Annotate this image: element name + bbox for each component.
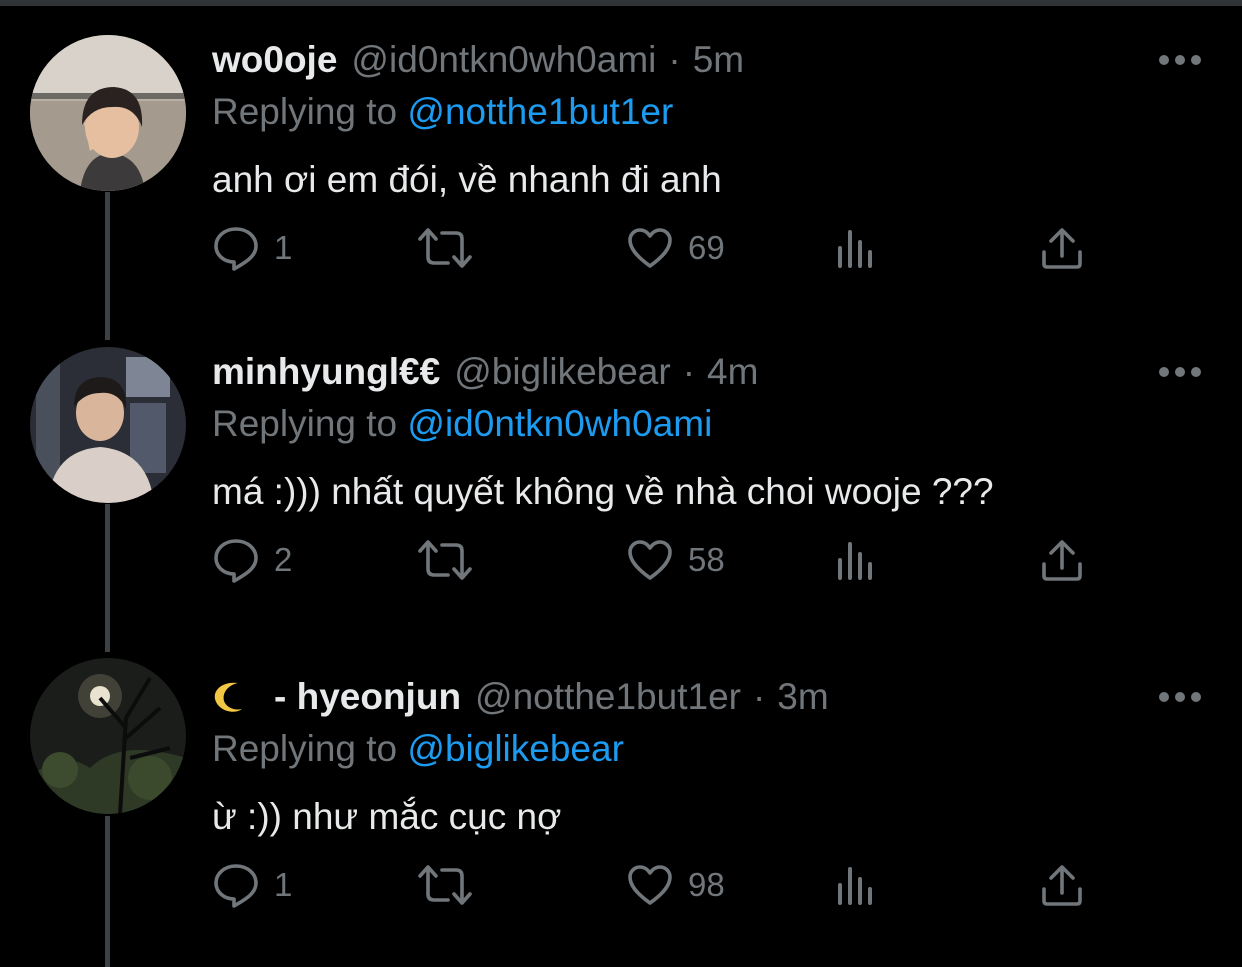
mention-link[interactable]: @notthe1but1er [407,91,673,132]
replying-label: Replying to [212,728,398,769]
tweet-header: wo0oje @id0ntkn0wh0ami · 5m [212,35,744,85]
replying-label: Replying to [212,91,398,132]
replying-to: Replying to @notthe1but1er [212,87,673,137]
user-handle[interactable]: @biglikebear [454,351,671,392]
retweet-button[interactable] [416,535,474,585]
tweet[interactable]: minhyungl€€ @biglikebear · 4m Replying to @… [0,347,1242,617]
reply-button[interactable]: 2 [212,535,292,585]
like-button[interactable]: 69 [626,223,725,273]
views-bars-icon [834,538,878,582]
views-bars-icon [834,226,878,270]
like-count: 69 [688,229,725,266]
retweet-button[interactable] [416,223,474,273]
retweet-arrows-icon [416,227,474,269]
more-dots-icon[interactable] [1158,690,1202,704]
tweet[interactable]: wo0oje @id0ntkn0wh0ami · 5m Replying to @no… [0,35,1242,305]
timestamp[interactable]: 3m [777,676,828,717]
user-handle[interactable]: @notthe1but1er [475,676,741,717]
tweet-text: anh ơi em đói, về nhanh đi anh [212,159,722,200]
top-divider [0,0,1242,6]
views-button[interactable] [834,535,878,585]
like-button[interactable]: 58 [626,535,725,585]
share-upload-icon [1040,226,1084,270]
retweet-button[interactable] [416,860,474,910]
views-bars-icon [834,863,878,907]
display-name[interactable]: minhyungl€€ [212,351,440,392]
avatar[interactable] [30,658,186,814]
like-count: 98 [688,866,725,903]
heart-icon [626,863,674,907]
separator-dot: · [668,39,681,80]
replying-to: Replying to @id0ntkn0wh0ami [212,399,712,449]
replying-to: Replying to @biglikebear [212,724,624,774]
reply-bubble-icon [212,862,260,908]
tweet-text: má :))) nhất quyết không về nhà choi woo… [212,471,994,512]
display-name[interactable]: - hyeonjun [274,676,461,717]
user-handle[interactable]: @id0ntkn0wh0ami [351,39,656,80]
action-bar: 1 98 [212,860,1092,910]
action-bar: 1 69 [212,223,1092,273]
timestamp[interactable]: 4m [707,351,758,392]
reply-count: 2 [274,541,293,578]
like-count: 58 [688,541,725,578]
display-name[interactable]: wo0oje [212,39,337,80]
share-upload-icon [1040,863,1084,907]
mention-link[interactable]: @id0ntkn0wh0ami [407,403,712,444]
tweet[interactable]: - hyeonjun @notthe1but1er · 3m Replying to … [0,658,1242,942]
retweet-arrows-icon [416,539,474,581]
share-button[interactable] [1040,860,1084,910]
reply-button[interactable]: 1 [212,860,292,910]
share-upload-icon [1040,538,1084,582]
share-button[interactable] [1040,223,1084,273]
reply-count: 1 [274,866,293,903]
avatar[interactable] [30,35,186,191]
retweet-arrows-icon [416,864,474,906]
views-button[interactable] [834,223,878,273]
tweet-header: minhyungl€€ @biglikebear · 4m [212,347,758,397]
mention-link[interactable]: @biglikebear [407,728,624,769]
share-button[interactable] [1040,535,1084,585]
tweet-text: ừ :)) như mắc cục nợ [212,796,562,837]
tweet-header: - hyeonjun @notthe1but1er · 3m [212,672,829,722]
more-dots-icon[interactable] [1158,53,1202,67]
views-button[interactable] [834,860,878,910]
reply-bubble-icon [212,537,260,583]
crescent-moon-icon [212,676,252,712]
replying-label: Replying to [212,403,398,444]
separator-dot: · [682,351,696,392]
timestamp[interactable]: 5m [693,39,744,80]
avatar[interactable] [30,347,186,503]
reply-count: 1 [274,229,293,266]
heart-icon [626,226,674,270]
heart-icon [626,538,674,582]
separator-dot: · [752,676,766,717]
action-bar: 2 58 [212,535,1092,585]
reply-bubble-icon [212,225,260,271]
reply-button[interactable]: 1 [212,223,292,273]
like-button[interactable]: 98 [626,860,725,910]
more-dots-icon[interactable] [1158,365,1202,379]
